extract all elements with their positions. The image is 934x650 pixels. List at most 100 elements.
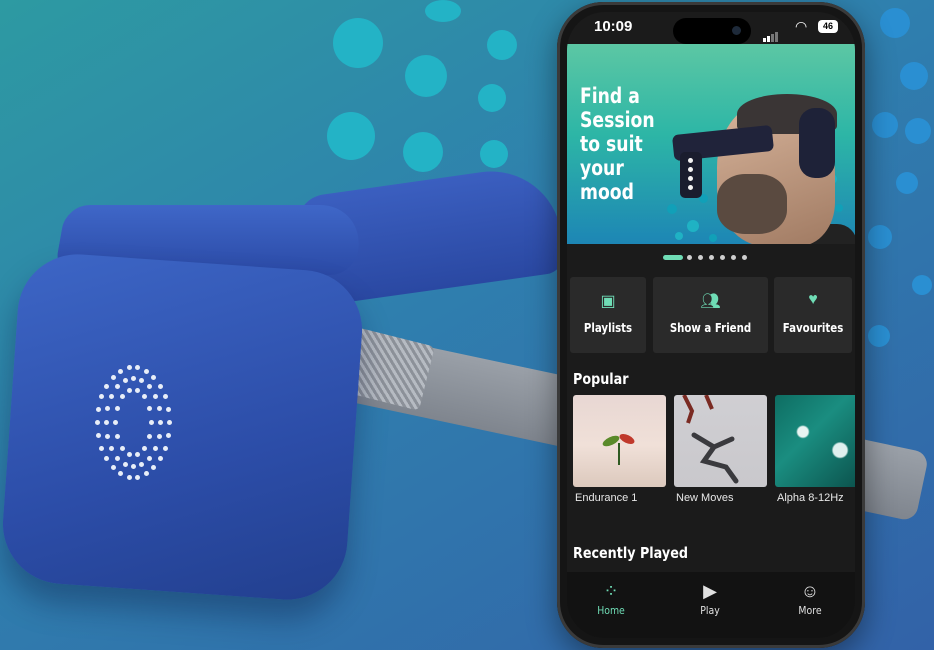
ring-dot <box>135 365 141 371</box>
banner-line: Find a <box>580 84 640 108</box>
popular-card-alpha[interactable] <box>775 395 855 487</box>
ring-dot <box>142 394 148 400</box>
tab-more[interactable]: ☺ More <box>780 580 840 617</box>
light-dot <box>688 158 693 163</box>
favourites-button[interactable]: ♥ Favourites <box>774 277 852 353</box>
banner-dot <box>835 204 843 212</box>
recently-played-heading: Recently Played <box>573 544 688 562</box>
app-screen: 10:09 ◠ 46 Find a Session to suit your m… <box>567 12 855 638</box>
decor-dot <box>912 275 932 295</box>
decor-dot <box>880 8 910 38</box>
ring-dot <box>119 394 125 400</box>
heart-icon: ♥ <box>808 291 818 308</box>
ring-dot <box>119 445 125 451</box>
ring-dot <box>146 384 152 390</box>
ring-dot <box>165 406 171 412</box>
playlists-label: Playlists <box>583 321 633 335</box>
ring-dot <box>151 465 157 471</box>
users-icon: 👥︎ <box>700 293 721 310</box>
ring-dot <box>157 383 163 389</box>
ring-dot <box>109 445 115 451</box>
ring-dot <box>152 445 158 451</box>
popular-caption: Endurance 1 <box>575 492 638 504</box>
ring-dot <box>96 433 102 439</box>
ring-dot <box>135 387 140 393</box>
banner-line: to suit <box>580 132 643 156</box>
banner-dot <box>687 220 699 232</box>
popular-heading: Popular <box>573 370 629 388</box>
banner-dot <box>667 204 677 214</box>
ring-dot <box>110 465 116 471</box>
decor-dot <box>872 112 898 138</box>
decor-dot <box>896 172 918 194</box>
ring-dot <box>118 368 124 374</box>
tab-home[interactable]: ⁘ Home <box>581 580 641 617</box>
pager-dot[interactable] <box>720 255 725 260</box>
popular-card-new-moves[interactable] <box>674 395 767 487</box>
ring-dot <box>167 420 172 425</box>
tab-play-label: Play <box>700 604 720 617</box>
headset-device <box>0 250 367 604</box>
ring-dot <box>158 420 163 425</box>
decor-dot <box>480 140 508 168</box>
banner-headline: Find a Session to suit your mood <box>580 84 678 204</box>
ring-dot <box>142 445 148 451</box>
playlists-button[interactable]: ▣ Playlists <box>570 277 646 353</box>
playlist-icon: ▣ <box>600 293 616 310</box>
popular-card-endurance-1[interactable] <box>573 395 666 487</box>
ring-dot <box>126 387 132 393</box>
battery-icon: 46 <box>818 20 838 33</box>
ring-dot <box>152 394 158 400</box>
ring-dot <box>162 394 168 400</box>
ring-dot <box>165 433 171 439</box>
decor-dot <box>905 118 931 144</box>
signal-icon <box>763 24 779 42</box>
tab-more-label: More <box>798 604 822 617</box>
ring-dot <box>114 405 120 411</box>
ring-dot <box>104 383 110 389</box>
decor-dot <box>868 225 892 249</box>
decor-dot <box>405 55 447 97</box>
show-a-friend-label: Show a Friend <box>669 321 752 335</box>
tab-home-label: Home <box>597 604 625 617</box>
ring-dot <box>115 455 121 461</box>
ring-dot <box>156 433 162 439</box>
pager-dot[interactable] <box>687 255 692 260</box>
pager-dot[interactable] <box>709 255 714 260</box>
favourites-label: Favourites <box>782 321 844 335</box>
pager-dot[interactable] <box>742 255 747 260</box>
ring-dot <box>126 452 132 458</box>
ring-dot <box>162 445 168 451</box>
pager-dot[interactable] <box>731 255 736 260</box>
decor-dot <box>487 30 517 60</box>
show-a-friend-button[interactable]: 👥︎ Show a Friend <box>653 277 768 353</box>
pager-dot[interactable] <box>698 255 703 260</box>
ring-dot <box>126 474 132 480</box>
banner-line: Session <box>580 108 655 132</box>
ring-dot <box>131 376 136 381</box>
pager-dot-active[interactable] <box>663 255 683 260</box>
ring-dot <box>104 420 109 425</box>
ring-dot <box>99 445 105 451</box>
ring-dot <box>109 394 115 400</box>
hero-banner[interactable]: Find a Session to suit your mood <box>567 44 855 244</box>
decor-dot <box>900 62 928 90</box>
ring-dot <box>143 471 149 477</box>
banner-dot <box>709 234 717 242</box>
light-dot <box>688 185 693 190</box>
decor-dot <box>327 112 375 160</box>
ring-dot <box>95 420 100 425</box>
camera-icon <box>732 26 741 35</box>
ring-dot <box>105 406 111 412</box>
ring-dot <box>122 378 128 384</box>
decor-dot <box>478 84 506 112</box>
decor-dot <box>868 325 890 347</box>
banner-dot <box>675 232 683 240</box>
user-icon: ☺ <box>800 581 820 601</box>
ring-dot <box>104 456 110 462</box>
person-beard <box>717 174 787 234</box>
ring-dot <box>115 384 121 390</box>
tab-play[interactable]: ▶︎ Play <box>680 580 740 617</box>
ring-dot <box>139 378 145 384</box>
ring-dot <box>151 374 157 380</box>
